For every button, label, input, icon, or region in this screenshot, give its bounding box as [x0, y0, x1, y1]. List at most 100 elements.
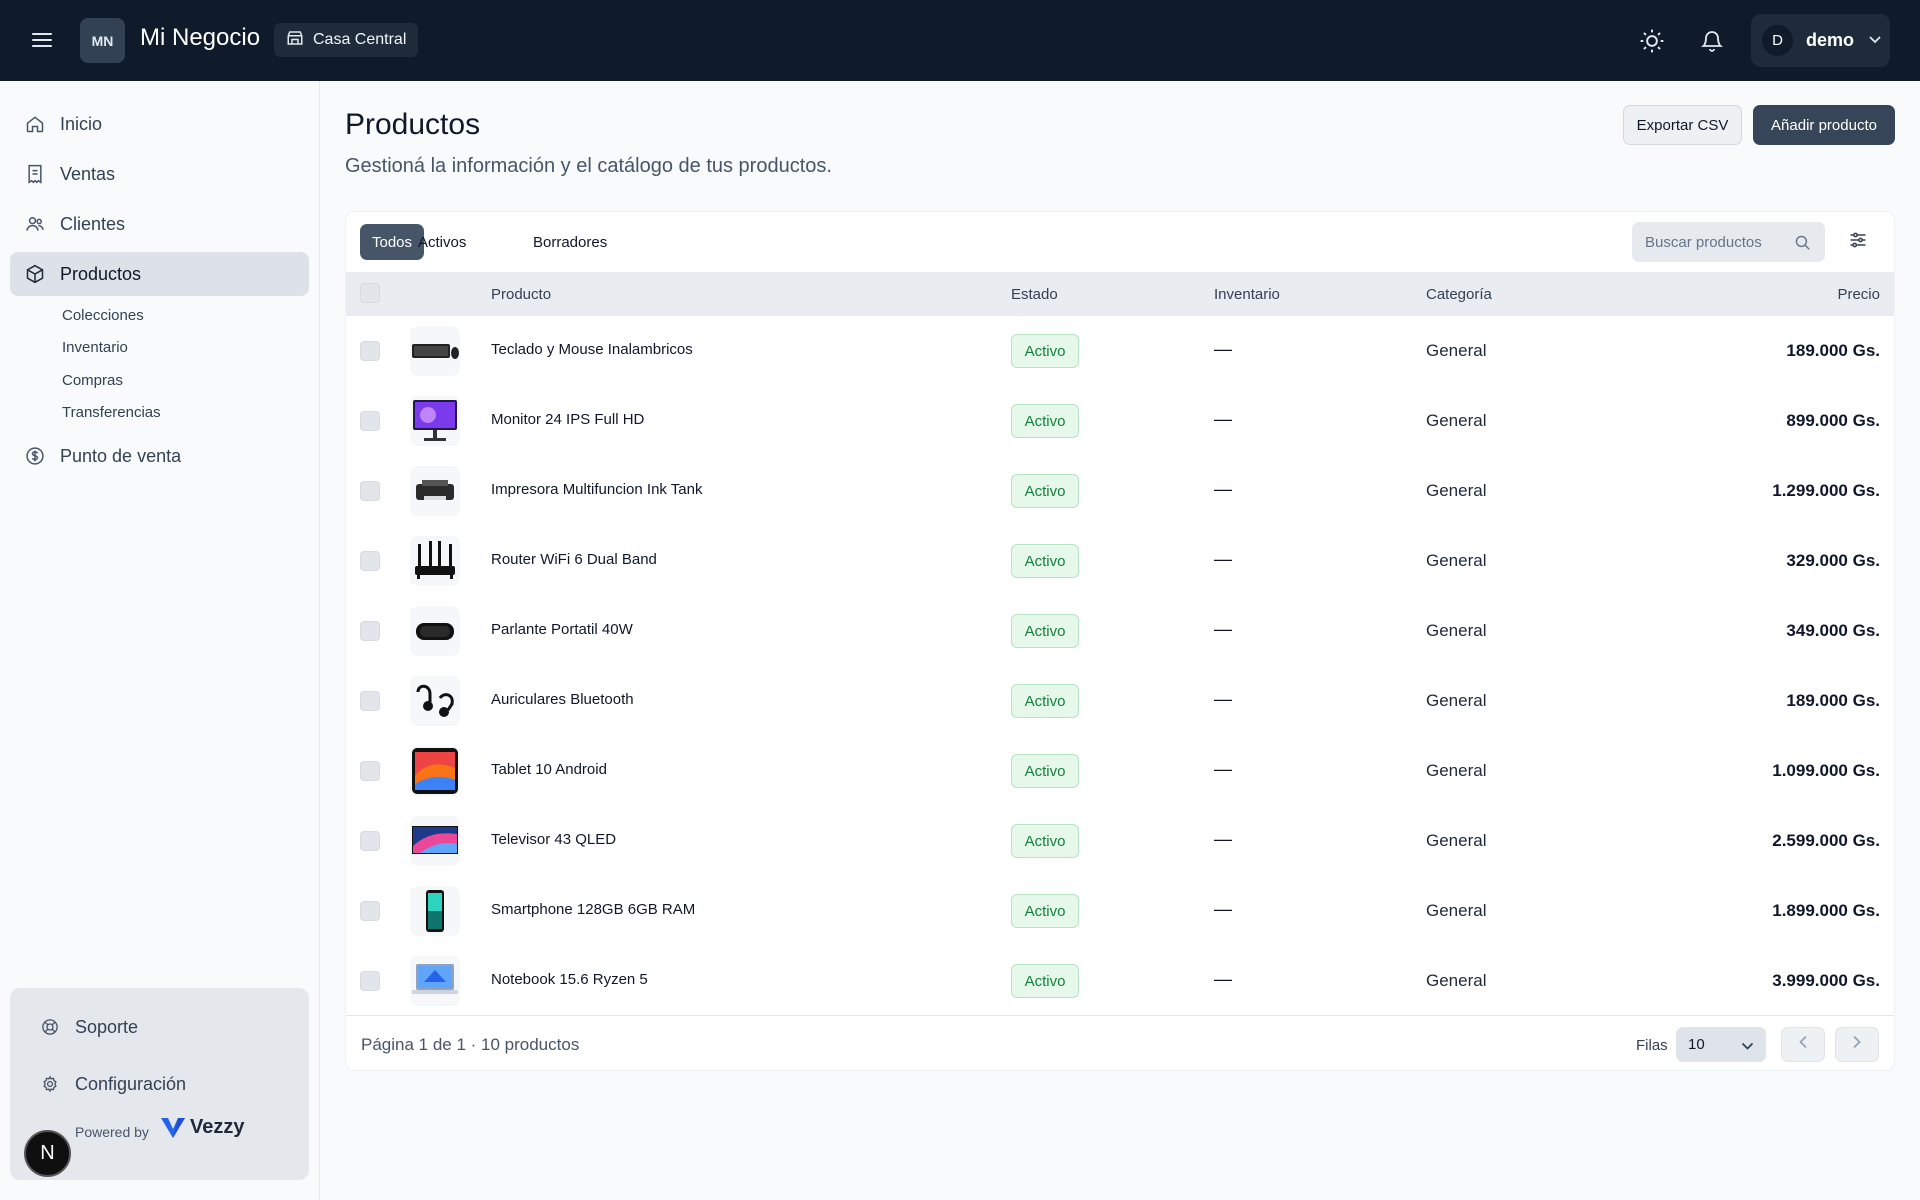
- users-icon: [25, 214, 45, 234]
- inventory-value: —: [1214, 969, 1232, 989]
- product-name[interactable]: Teclado y Mouse Inalambricos: [491, 341, 693, 358]
- table-footer: Página 1 de 1 · 10 productos Filas 10: [346, 1015, 1894, 1071]
- table-row[interactable]: Router WiFi 6 Dual Band Activo — General 329…: [346, 526, 1894, 596]
- sidebar-item-label: Inicio: [60, 113, 103, 134]
- row-checkbox[interactable]: [360, 481, 380, 501]
- sidebar-item-clientes[interactable]: Clientes: [10, 202, 309, 246]
- table-row[interactable]: Televisor 43 QLED Activo — General 2.599.000…: [346, 806, 1894, 876]
- product-thumbnail: [410, 676, 460, 726]
- product-thumbnail: [410, 326, 460, 376]
- powered-by-text: Powered by: [75, 1124, 149, 1140]
- product-name[interactable]: Router WiFi 6 Dual Band: [491, 551, 657, 568]
- row-checkbox[interactable]: [360, 621, 380, 641]
- export-csv-button[interactable]: Exportar CSV: [1623, 105, 1742, 145]
- sidebar-subitem-transferencias[interactable]: Transferencias: [62, 404, 161, 421]
- search-input[interactable]: [1645, 233, 1795, 251]
- price-value: 329.000 Gs.: [1786, 551, 1880, 570]
- table-row[interactable]: Impresora Multifuncion Ink Tank Activo — Ge…: [346, 456, 1894, 526]
- settings-link[interactable]: Configuración: [10, 1064, 309, 1104]
- product-name[interactable]: Parlante Portatil 40W: [491, 621, 633, 638]
- next-page-button[interactable]: [1835, 1027, 1879, 1062]
- product-thumbnail: [410, 466, 460, 516]
- product-name[interactable]: Auriculares Bluetooth: [491, 691, 634, 708]
- product-name[interactable]: Televisor 43 QLED: [491, 831, 616, 848]
- price-value: 189.000 Gs.: [1786, 691, 1880, 710]
- status-badge: Activo: [1011, 544, 1079, 578]
- category-value: General: [1426, 831, 1487, 850]
- support-link[interactable]: Soporte: [10, 1007, 309, 1047]
- sidebar-item-label: Productos: [60, 263, 142, 284]
- inventory-value: —: [1214, 409, 1232, 429]
- filter-icon[interactable]: [1848, 230, 1870, 252]
- user-menu[interactable]: D demo: [1751, 14, 1890, 67]
- product-name[interactable]: Monitor 24 IPS Full HD: [491, 411, 644, 428]
- status-badge: Activo: [1011, 964, 1079, 998]
- receipt-icon: [25, 164, 45, 184]
- row-checkbox[interactable]: [360, 901, 380, 921]
- product-thumbnail: [410, 536, 460, 586]
- product-name[interactable]: Impresora Multifuncion Ink Tank: [491, 481, 703, 498]
- sidebar-subitem-compras[interactable]: Compras: [62, 372, 123, 389]
- table-row[interactable]: Auriculares Bluetooth Activo — General 189.0…: [346, 666, 1894, 736]
- tab-borradores[interactable]: Borradores: [521, 224, 619, 260]
- sidebar-item-ventas[interactable]: Ventas: [10, 152, 309, 196]
- prev-page-button[interactable]: [1781, 1027, 1825, 1062]
- column-category[interactable]: Categoría: [1426, 286, 1492, 303]
- status-badge: Activo: [1011, 404, 1079, 438]
- row-checkbox[interactable]: [360, 341, 380, 361]
- chevron-down-icon: [1868, 32, 1882, 50]
- sidebar-item-productos[interactable]: Productos: [10, 252, 309, 296]
- app-logo: MN: [80, 18, 125, 63]
- sidebar-subitem-inventario[interactable]: Inventario: [62, 339, 128, 356]
- category-value: General: [1426, 691, 1487, 710]
- rows-per-page-select[interactable]: 10: [1676, 1027, 1766, 1062]
- sun-icon[interactable]: [1637, 26, 1667, 56]
- user-name: demo: [1806, 30, 1855, 50]
- table-row[interactable]: Monitor 24 IPS Full HD Activo — General 899.…: [346, 386, 1894, 456]
- n-badge-button[interactable]: N: [24, 1130, 71, 1177]
- chevron-right-icon: [1852, 1035, 1862, 1054]
- table-row[interactable]: Parlante Portatil 40W Activo — General 349.0…: [346, 596, 1894, 666]
- store-icon: [286, 29, 304, 52]
- menu-icon[interactable]: [28, 26, 56, 54]
- tab-activos[interactable]: Activos: [406, 224, 478, 260]
- sidebar-subitem-colecciones[interactable]: Colecciones: [62, 307, 144, 324]
- category-value: General: [1426, 411, 1487, 430]
- row-checkbox[interactable]: [360, 691, 380, 711]
- column-product[interactable]: Producto: [491, 286, 551, 303]
- sidebar-item-inicio[interactable]: Inicio: [10, 102, 309, 146]
- sidebar-item-punto-de-venta[interactable]: Punto de venta: [10, 434, 309, 478]
- gear-icon: [41, 1075, 59, 1093]
- home-icon: [25, 114, 45, 134]
- status-badge: Activo: [1011, 754, 1079, 788]
- row-checkbox[interactable]: [360, 551, 380, 571]
- table-row[interactable]: Teclado y Mouse Inalambricos Activo — Gener…: [346, 316, 1894, 386]
- price-value: 899.000 Gs.: [1786, 411, 1880, 430]
- table-row[interactable]: Notebook 15.6 Ryzen 5 Activo — General 3.999…: [346, 946, 1894, 1016]
- status-badge: Activo: [1011, 334, 1079, 368]
- column-inventory[interactable]: Inventario: [1214, 286, 1280, 303]
- select-all-checkbox[interactable]: [360, 283, 380, 303]
- column-price[interactable]: Precio: [1837, 286, 1880, 303]
- support-label: Soporte: [75, 1016, 139, 1037]
- price-value: 189.000 Gs.: [1786, 341, 1880, 360]
- status-badge: Activo: [1011, 894, 1079, 928]
- product-thumbnail: [410, 396, 460, 446]
- table-row[interactable]: Tablet 10 Android Activo — General 1.099.000…: [346, 736, 1894, 806]
- product-name[interactable]: Smartphone 128GB 6GB RAM: [491, 901, 695, 918]
- page-subtitle: Gestioná la información y el catálogo de…: [345, 155, 832, 177]
- branch-selector[interactable]: Casa Central: [274, 23, 419, 57]
- search-box[interactable]: [1632, 222, 1825, 262]
- product-name[interactable]: Notebook 15.6 Ryzen 5: [491, 971, 648, 988]
- product-name[interactable]: Tablet 10 Android: [491, 761, 607, 778]
- row-checkbox[interactable]: [360, 971, 380, 991]
- column-status[interactable]: Estado: [1011, 286, 1058, 303]
- row-checkbox[interactable]: [360, 761, 380, 781]
- add-product-button[interactable]: Añadir producto: [1753, 105, 1895, 145]
- category-value: General: [1426, 551, 1487, 570]
- row-checkbox[interactable]: [360, 411, 380, 431]
- bell-icon[interactable]: [1697, 26, 1727, 56]
- row-checkbox[interactable]: [360, 831, 380, 851]
- price-value: 3.999.000 Gs.: [1772, 971, 1880, 990]
- table-row[interactable]: Smartphone 128GB 6GB RAM Activo — General 1.…: [346, 876, 1894, 946]
